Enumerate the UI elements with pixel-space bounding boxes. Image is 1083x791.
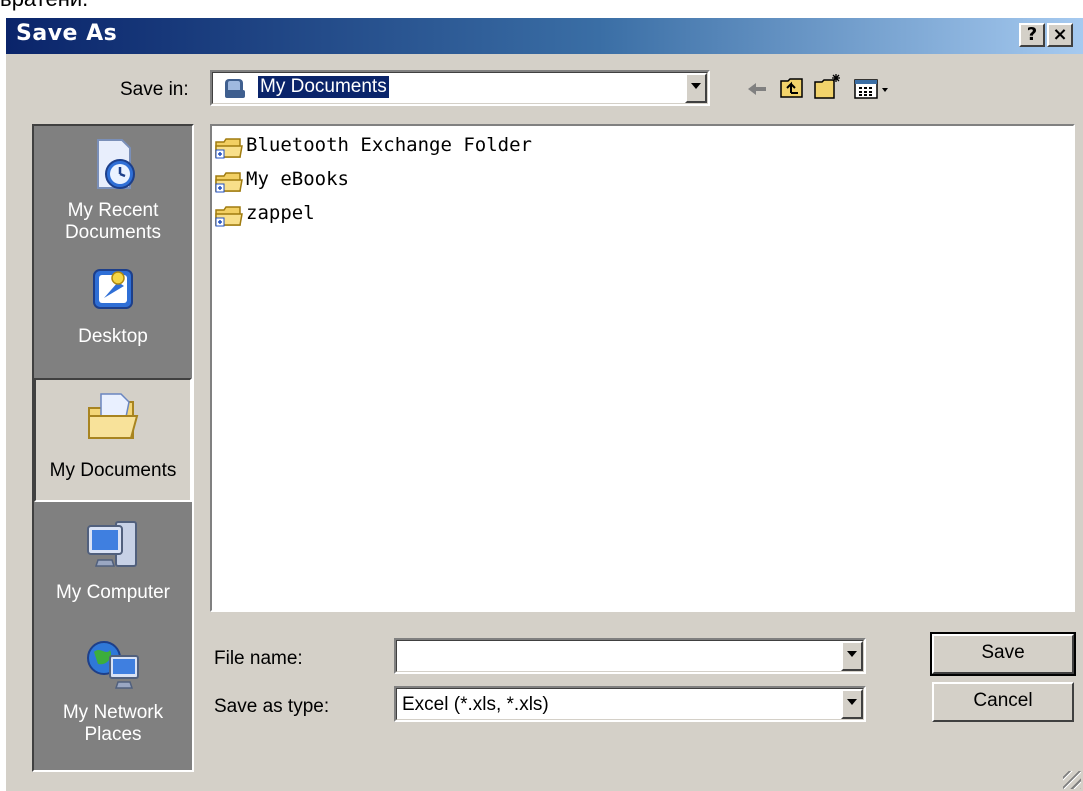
place-label-line1: My Recent — [67, 200, 159, 221]
chevron-down-icon[interactable] — [841, 689, 863, 719]
places-bar: My Recent Documents Desktop My Documents… — [32, 124, 194, 772]
place-my-documents[interactable]: My Documents — [34, 378, 192, 502]
folder-location-icon — [222, 76, 248, 105]
my-documents-icon — [36, 380, 190, 460]
back-arrow-icon[interactable] — [746, 80, 768, 103]
close-button[interactable]: × — [1047, 23, 1073, 47]
title-bar[interactable]: Save As ? × — [6, 18, 1083, 54]
place-label-line2: Places — [84, 724, 142, 745]
folder-icon — [214, 170, 244, 199]
place-label: Desktop — [78, 326, 148, 347]
save-as-dialog: Save As ? × Save in: My Documents My Rec… — [4, 16, 1083, 791]
network-places-icon — [34, 636, 192, 702]
file-name: zappel — [246, 202, 315, 224]
save-in-dropdown[interactable]: My Documents — [210, 70, 710, 106]
place-label: My Computer — [55, 582, 171, 603]
file-name: My eBooks — [246, 168, 349, 190]
save-in-value: My Documents — [257, 75, 390, 99]
place-desktop[interactable]: Desktop — [34, 264, 192, 364]
save-button[interactable]: Save — [930, 632, 1076, 676]
file-name-label: File name: — [214, 648, 303, 669]
resize-grip[interactable] — [1063, 771, 1081, 789]
desktop-icon — [34, 264, 192, 326]
view-menu-icon[interactable] — [854, 78, 898, 105]
recent-documents-icon — [34, 136, 192, 200]
place-label-line2: Documents — [64, 222, 162, 243]
file-name-input[interactable] — [394, 638, 866, 674]
place-my-computer[interactable]: My Computer — [34, 516, 192, 626]
save-as-type-dropdown[interactable]: Excel (*.xls, *.xls) — [394, 686, 866, 722]
file-list[interactable]: Bluetooth Exchange Folder My eBooks zapp… — [210, 124, 1075, 612]
place-my-recent-documents[interactable]: My Recent Documents — [34, 136, 192, 260]
file-name: Bluetooth Exchange Folder — [246, 134, 532, 156]
help-button[interactable]: ? — [1019, 23, 1045, 47]
folder-icon — [214, 136, 244, 165]
cropped-background-text: вратени. — [0, 0, 88, 11]
place-my-network-places[interactable]: My Network Places — [34, 636, 192, 764]
folder-icon — [214, 204, 244, 233]
up-folder-icon[interactable] — [780, 76, 806, 105]
new-folder-icon[interactable] — [814, 72, 844, 105]
my-computer-icon — [34, 516, 192, 582]
save-as-type-value: Excel (*.xls, *.xls) — [402, 694, 549, 715]
save-as-type-label: Save as type: — [214, 696, 330, 717]
save-in-label: Save in: — [120, 79, 189, 100]
chevron-down-icon[interactable] — [685, 73, 707, 103]
dialog-title: Save As — [16, 21, 118, 46]
place-label: My Documents — [49, 460, 177, 481]
place-label-line1: My Network — [62, 702, 164, 723]
cancel-button[interactable]: Cancel — [932, 682, 1074, 722]
chevron-down-icon[interactable] — [841, 641, 863, 671]
